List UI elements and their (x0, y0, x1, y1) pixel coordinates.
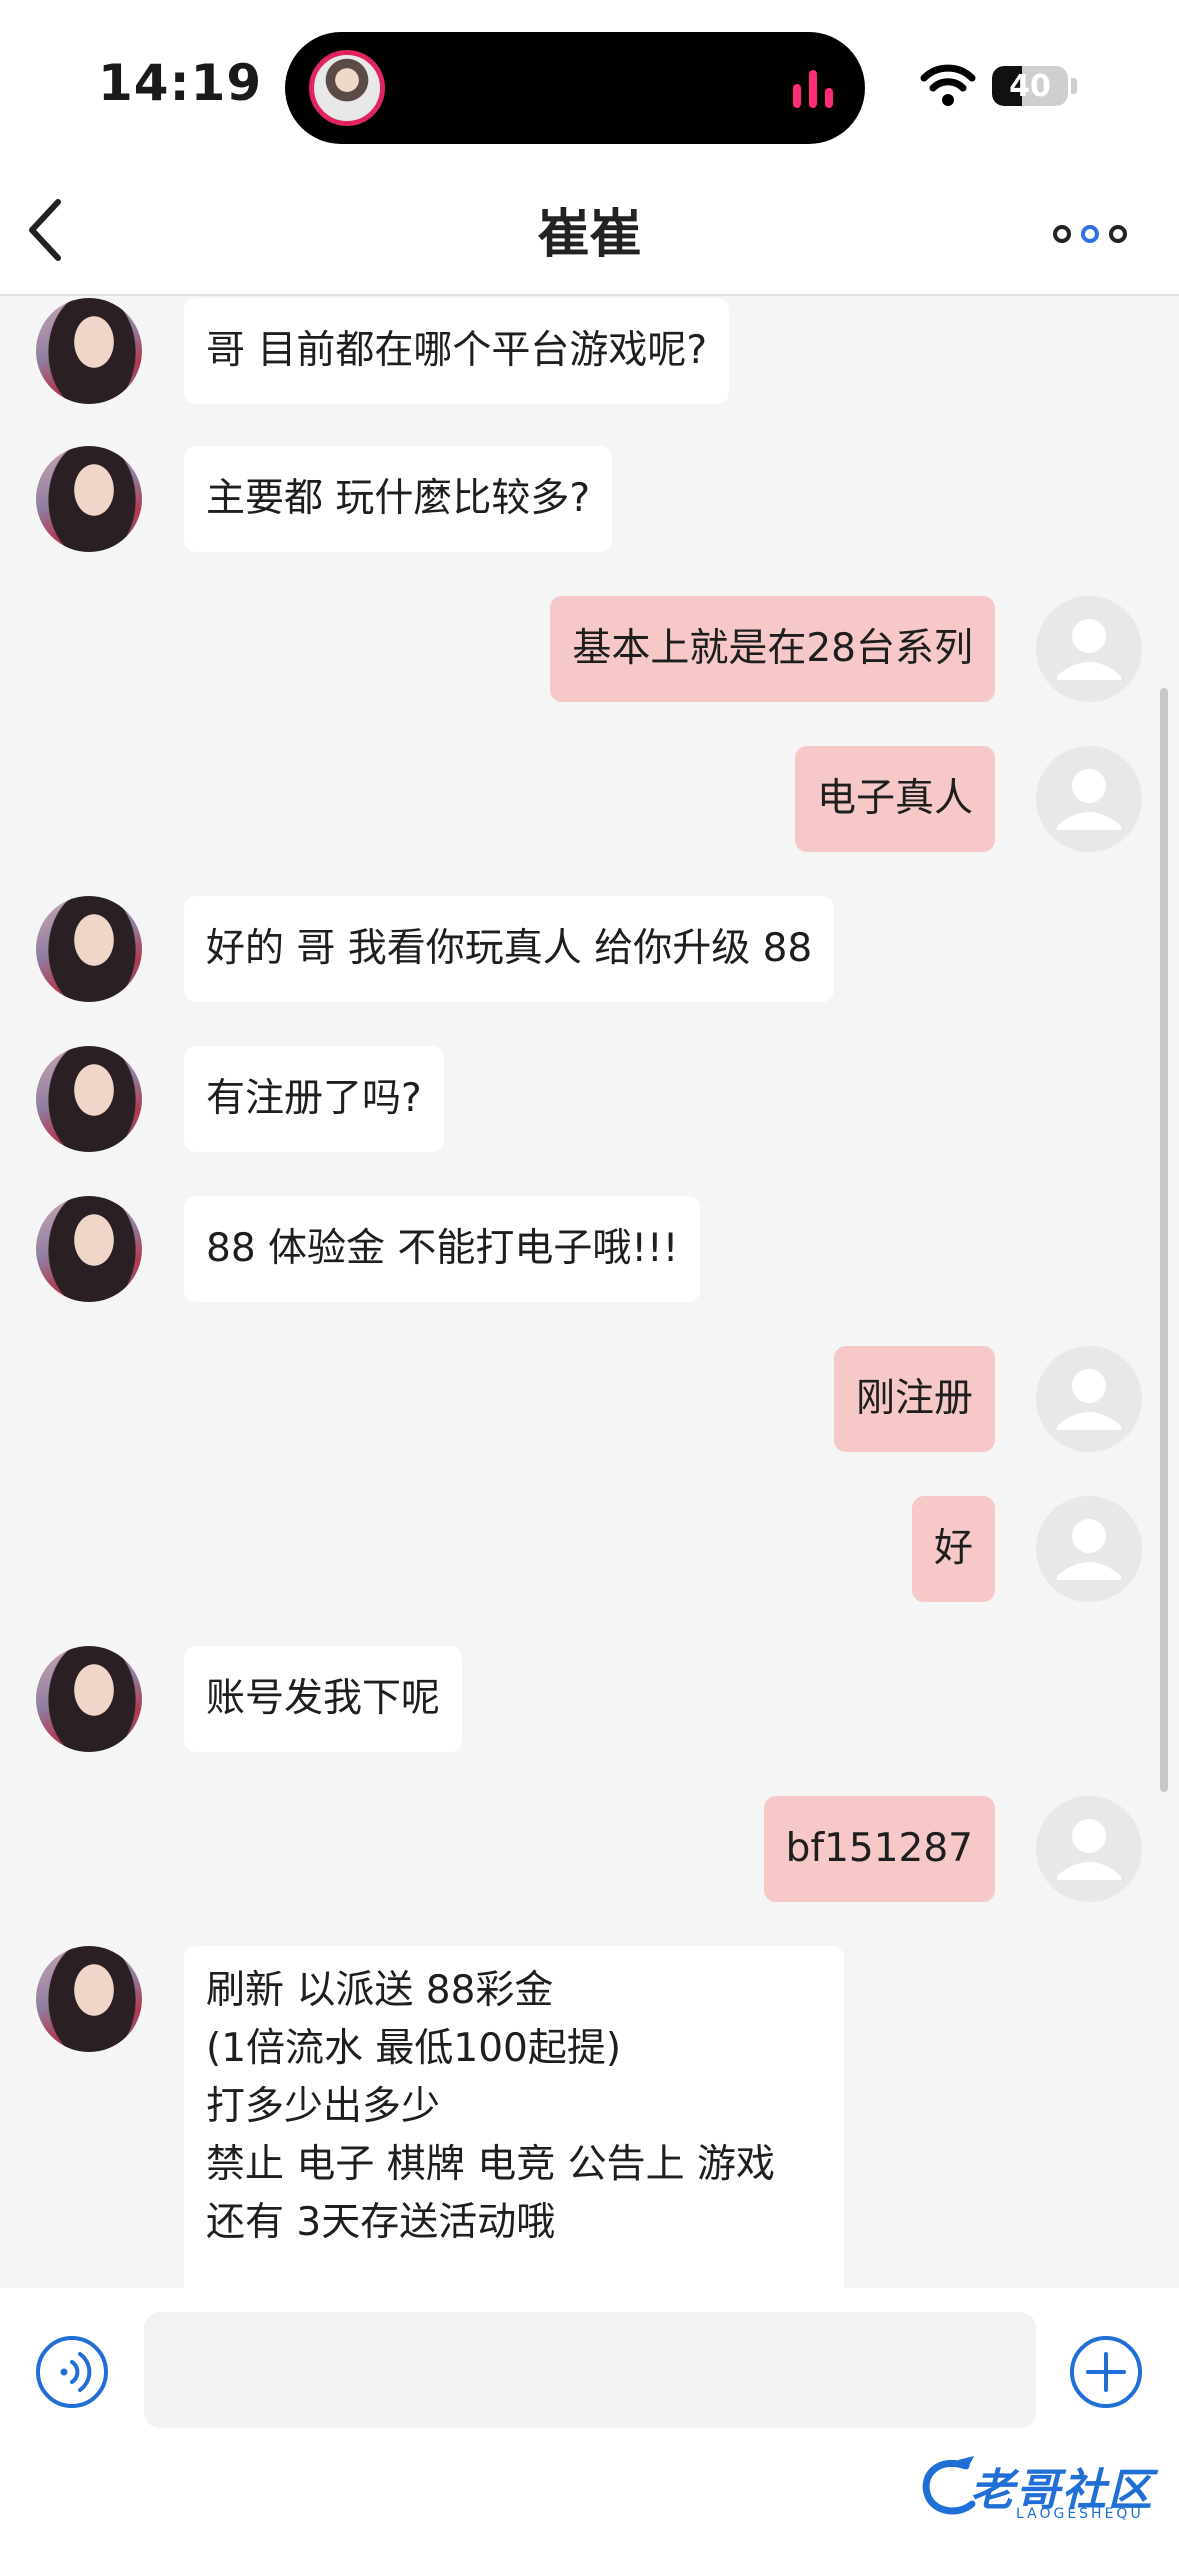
contact-avatar[interactable] (36, 1946, 142, 2052)
wifi-icon (920, 64, 976, 106)
watermark-subtext: LAOGESHEQU (1016, 2506, 1144, 2522)
my-avatar[interactable] (1036, 1346, 1142, 1452)
add-attachment-icon[interactable] (1068, 2334, 1144, 2410)
outgoing-bubble[interactable]: bf151287 (763, 1796, 995, 1902)
voice-input-icon[interactable] (34, 2334, 110, 2410)
outgoing-bubble[interactable]: 好 (911, 1496, 995, 1602)
audio-bars-icon (793, 70, 833, 108)
contact-name: 崔崔 (537, 205, 642, 265)
my-avatar[interactable] (1036, 1796, 1142, 1902)
incoming-bubble[interactable]: 好的 哥 我看你玩真人 给你升级 88 (184, 896, 835, 1002)
chat-header: 崔崔 (0, 170, 1179, 296)
status-time: 14:19 (98, 54, 263, 112)
bubble-line: 禁止 电子 棋牌 电竞 公告上 游戏 (206, 2142, 775, 2187)
incoming-bubble-multiline[interactable]: 刷新 以派送 88彩金 (1倍流水 最低100起提) 打多少出多少 禁止 电子 … (184, 1946, 844, 2288)
contact-avatar[interactable] (36, 298, 142, 404)
more-options-icon[interactable] (1050, 214, 1130, 254)
battery-tip (1071, 78, 1077, 94)
default-user-icon (1057, 1819, 1121, 1880)
contact-avatar[interactable] (36, 896, 142, 1002)
message-list[interactable]: 哥 目前都在哪个平台游戏呢? 主要都 玩什麼比较多? 基本上就是在28台系列 电… (0, 296, 1179, 2288)
contact-avatar[interactable] (36, 1646, 142, 1752)
my-avatar[interactable] (1036, 1496, 1142, 1602)
scrollbar[interactable] (1160, 688, 1168, 1792)
message-input[interactable] (144, 2312, 1036, 2428)
contact-avatar[interactable] (36, 1046, 142, 1152)
input-bar: 老哥社区 LAOGESHEQU (0, 2288, 1179, 2556)
incoming-bubble[interactable]: 有注册了吗? (184, 1046, 444, 1152)
bubble-line: (1倍流水 最低100起提) (206, 2026, 622, 2071)
battery-percent: 40 (1009, 69, 1051, 104)
default-user-icon (1057, 1369, 1121, 1430)
outgoing-bubble[interactable]: 基本上就是在28台系列 (550, 596, 995, 702)
incoming-bubble[interactable]: 88 体验金 不能打电子哦!!! (184, 1196, 701, 1302)
dynamic-island[interactable] (285, 32, 865, 144)
contact-avatar[interactable] (36, 446, 142, 552)
incoming-bubble[interactable]: 账号发我下呢 (184, 1646, 463, 1752)
outgoing-bubble[interactable]: 电子真人 (794, 746, 995, 852)
incoming-bubble[interactable]: 哥 目前都在哪个平台游戏呢? (184, 298, 730, 404)
contact-avatar[interactable] (36, 1196, 142, 1302)
watermark-logo: 老哥社区 LAOGESHEQU (918, 2448, 1168, 2528)
my-avatar[interactable] (1036, 746, 1142, 852)
outgoing-bubble[interactable]: 刚注册 (833, 1346, 995, 1452)
bubble-line: 打多少出多少 (206, 2084, 441, 2129)
incoming-bubble[interactable]: 主要都 玩什麼比较多? (184, 446, 613, 552)
bubble-line: 还有 3天存送活动哦 (206, 2200, 556, 2245)
default-user-icon (1057, 1519, 1121, 1580)
dragon-logo-icon (922, 2456, 976, 2515)
status-bar: 14:19 40 (0, 0, 1179, 170)
bubble-line: 刷新 以派送 88彩金 (206, 1968, 554, 2013)
my-avatar[interactable] (1036, 596, 1142, 702)
default-user-icon (1057, 769, 1121, 830)
battery-icon: 40 (992, 66, 1068, 106)
live-activity-avatar (309, 50, 385, 126)
default-user-icon (1057, 619, 1121, 680)
